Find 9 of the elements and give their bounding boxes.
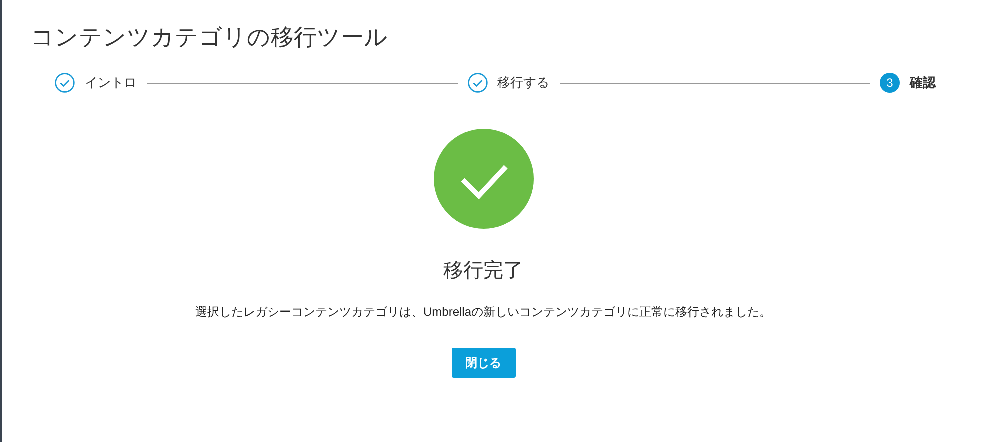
step-label: イントロ — [85, 74, 137, 92]
success-check-icon — [434, 129, 534, 229]
step-number: 3 — [880, 73, 900, 93]
dialog-title: コンテンツカテゴリの移行ツール — [31, 23, 389, 52]
step-label: 確認 — [910, 74, 936, 92]
step-label: 移行する — [498, 74, 550, 92]
close-button[interactable]: 閉じる — [452, 348, 516, 378]
result-heading: 移行完了 — [444, 259, 524, 284]
result-message: 選択したレガシーコンテンツカテゴリは、Umbrellaの新しいコンテンツカテゴリに正常に移行されました。 — [195, 304, 772, 321]
